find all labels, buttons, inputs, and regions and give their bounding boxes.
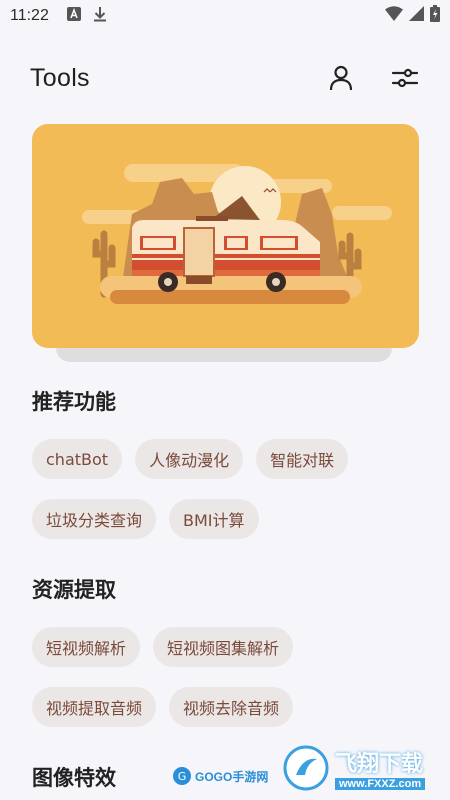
battery-icon xyxy=(430,5,440,27)
banner-image[interactable] xyxy=(32,124,419,348)
fxxz-watermark: 飞翔下载 www.FXXZ.com xyxy=(283,740,443,796)
signal-icon xyxy=(409,6,424,26)
svg-text:G: G xyxy=(178,770,187,783)
gogo-watermark-text: GOGO手游网 xyxy=(195,769,269,784)
wifi-icon xyxy=(385,6,403,26)
chip-group-resource-extraction: 短视频解析 短视频图集解析 视频提取音频 视频去除音频 xyxy=(32,627,432,747)
status-indicators xyxy=(385,5,440,27)
camper-van-illustration xyxy=(82,164,392,304)
fxxz-logo-icon xyxy=(283,745,329,791)
status-bar: 11:22 xyxy=(0,0,450,32)
status-time: 11:22 xyxy=(10,7,49,24)
sliders-icon xyxy=(391,68,419,88)
chip-short-video-parse[interactable]: 短视频解析 xyxy=(32,627,141,667)
chip-extract-audio[interactable]: 视频提取音频 xyxy=(32,687,157,727)
profile-button[interactable] xyxy=(326,63,356,93)
chip-chatbot[interactable]: chatBot xyxy=(32,439,123,479)
chip-bmi[interactable]: BMI计算 xyxy=(169,499,259,539)
settings-button[interactable] xyxy=(390,63,420,93)
download-notification-icon xyxy=(93,6,107,27)
person-icon xyxy=(329,65,353,91)
section-title-image-effects: 图像特效 xyxy=(32,766,116,790)
page-title: Tools xyxy=(30,63,90,92)
chip-garbage-sorting[interactable]: 垃圾分类查询 xyxy=(32,499,157,539)
chip-short-video-gallery-parse[interactable]: 短视频图集解析 xyxy=(153,627,294,667)
section-title-resource-extraction: 资源提取 xyxy=(32,578,116,602)
app-bar: Tools xyxy=(0,52,450,104)
gogo-watermark: G GOGO手游网 xyxy=(172,766,268,786)
chip-smart-couplet[interactable]: 智能对联 xyxy=(256,439,349,479)
chip-portrait-anime[interactable]: 人像动漫化 xyxy=(135,439,244,479)
fxxz-watermark-url: www.FXXZ.com xyxy=(335,778,426,790)
fxxz-watermark-title: 飞翔下载 xyxy=(335,751,424,776)
chip-group-recommended: chatBot 人像动漫化 智能对联 垃圾分类查询 BMI计算 xyxy=(32,439,432,559)
section-title-recommended: 推荐功能 xyxy=(32,390,116,414)
font-notification-icon xyxy=(66,6,81,26)
status-notifications xyxy=(66,6,107,27)
gogo-logo-icon: G xyxy=(173,767,191,785)
chip-remove-audio[interactable]: 视频去除音频 xyxy=(169,687,294,727)
